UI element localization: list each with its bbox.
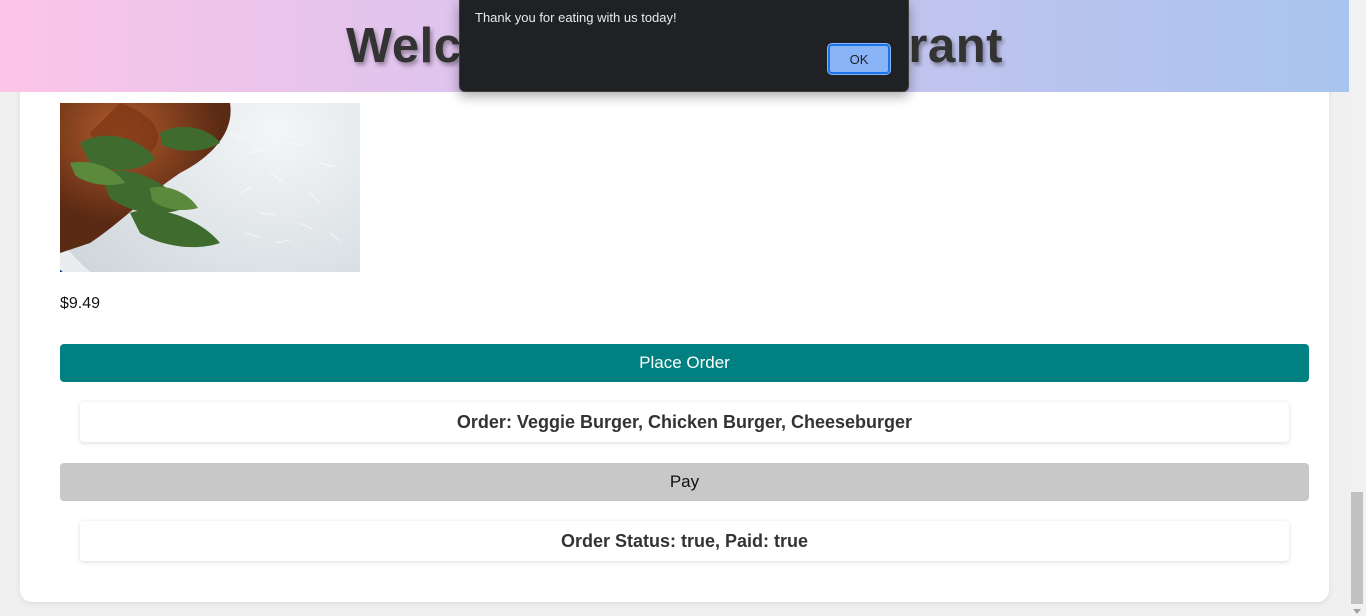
pay-button[interactable]: Pay [60,463,1309,501]
place-order-button[interactable]: Place Order [60,344,1309,382]
order-summary: Order: Veggie Burger, Chicken Burger, Ch… [80,402,1289,442]
alert-message: Thank you for eating with us today! [475,10,677,25]
alert-ok-button[interactable]: OK [828,44,890,74]
alert-dialog: Thank you for eating with us today! OK [459,0,909,92]
scrollbar-thumb[interactable] [1351,492,1363,604]
vertical-scrollbar[interactable] [1349,0,1366,616]
menu-item-image [60,103,360,272]
scroll-down-arrow-icon[interactable] [1353,609,1361,614]
menu-item-price: $9.49 [60,295,101,312]
order-status: Order Status: true, Paid: true [80,521,1289,561]
